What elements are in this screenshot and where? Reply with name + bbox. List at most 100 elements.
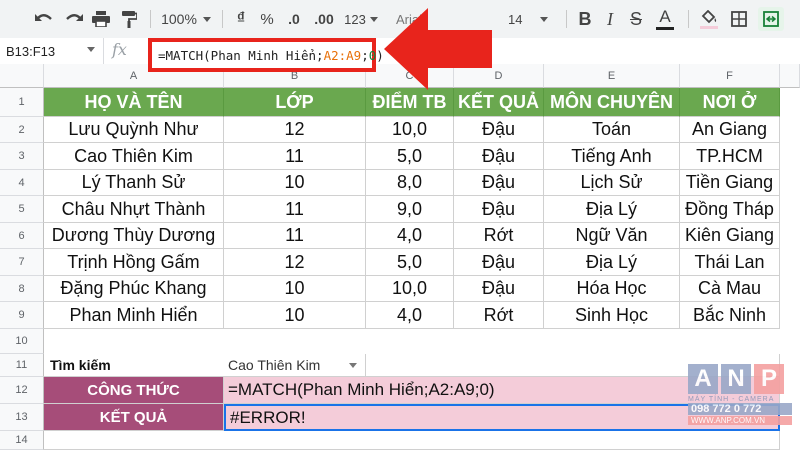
table-cell-name[interactable]: Lưu Quỳnh Như bbox=[44, 117, 224, 143]
row-header-11[interactable]: 11 bbox=[0, 354, 44, 377]
bold-button[interactable]: B bbox=[572, 0, 598, 38]
currency-button[interactable]: ₫ bbox=[228, 0, 254, 38]
table-cell-result[interactable]: Đậu bbox=[454, 143, 544, 170]
name-box[interactable]: B13:F13 bbox=[0, 38, 104, 64]
table-cell-class[interactable]: 11 bbox=[224, 223, 366, 249]
table-cell-score[interactable]: 5,0 bbox=[366, 249, 454, 276]
table-cell-result[interactable]: Rớt bbox=[454, 223, 544, 249]
table-cell-major[interactable]: Sinh Học bbox=[544, 302, 680, 329]
row-header-4[interactable]: 4 bbox=[0, 170, 44, 196]
table-cell-class[interactable]: 10 bbox=[224, 276, 366, 302]
table-cell-location[interactable]: Kiên Giang bbox=[680, 223, 780, 249]
table-cell-class[interactable]: 10 bbox=[224, 170, 366, 196]
search-label[interactable]: Tìm kiếm bbox=[44, 354, 224, 377]
header-cell-score[interactable]: ĐIỂM TB bbox=[366, 88, 454, 117]
row-header-3[interactable]: 3 bbox=[0, 143, 44, 170]
table-cell-result[interactable]: Đậu bbox=[454, 117, 544, 143]
zoom-select[interactable]: 100% bbox=[158, 0, 214, 38]
header-cell-result[interactable]: KẾT QUẢ bbox=[454, 88, 544, 117]
formula-input[interactable]: =MATCH(Phan Minh Hiển; A2:A9; 0) bbox=[148, 38, 384, 72]
result-label-cell[interactable]: KẾT QUẢ bbox=[44, 404, 224, 431]
table-cell-name[interactable]: Trịnh Hồng Gấm bbox=[44, 249, 224, 276]
table-cell-class[interactable]: 12 bbox=[224, 117, 366, 143]
table-cell-score[interactable]: 10,0 bbox=[366, 276, 454, 302]
column-header-f[interactable]: F bbox=[680, 64, 780, 88]
fill-color-button[interactable] bbox=[694, 0, 724, 38]
more-formats-label: 123 bbox=[344, 11, 366, 27]
row-header-8[interactable]: 8 bbox=[0, 276, 44, 302]
borders-icon[interactable] bbox=[726, 0, 752, 38]
merge-cells-icon[interactable] bbox=[756, 0, 786, 38]
search-dropdown[interactable]: Cao Thiên Kim bbox=[224, 354, 366, 377]
table-cell-name[interactable]: Phan Minh Hiển bbox=[44, 302, 224, 329]
table-cell-location[interactable]: Thái Lan bbox=[680, 249, 780, 276]
table-cell-location[interactable]: An Giang bbox=[680, 117, 780, 143]
table-cell-name[interactable]: Đặng Phúc Khang bbox=[44, 276, 224, 302]
table-cell-location[interactable]: Tiền Giang bbox=[680, 170, 780, 196]
table-cell-result[interactable]: Đậu bbox=[454, 249, 544, 276]
paint-format-icon[interactable] bbox=[116, 0, 142, 38]
row-header-2[interactable]: 2 bbox=[0, 117, 44, 143]
print-icon[interactable] bbox=[88, 0, 114, 38]
row-header-5[interactable]: 5 bbox=[0, 196, 44, 223]
table-cell-class[interactable]: 10 bbox=[224, 302, 366, 329]
table-cell-score[interactable]: 4,0 bbox=[366, 302, 454, 329]
table-cell-location[interactable]: Cà Mau bbox=[680, 276, 780, 302]
table-cell-major[interactable]: Tiếng Anh bbox=[544, 143, 680, 170]
table-cell-major[interactable]: Lịch Sử bbox=[544, 170, 680, 196]
strikethrough-button[interactable]: S bbox=[622, 0, 650, 38]
row-header-12[interactable]: 12 bbox=[0, 377, 44, 404]
table-cell-score[interactable]: 4,0 bbox=[366, 223, 454, 249]
table-cell-class[interactable]: 12 bbox=[224, 249, 366, 276]
table-cell-name[interactable]: Cao Thiên Kim bbox=[44, 143, 224, 170]
table-cell-name[interactable]: Dương Thùy Dương bbox=[44, 223, 224, 249]
table-cell-location[interactable]: Bắc Ninh bbox=[680, 302, 780, 329]
font-size-value: 14 bbox=[508, 11, 523, 27]
empty-row[interactable] bbox=[44, 431, 780, 450]
table-cell-major[interactable]: Hóa Học bbox=[544, 276, 680, 302]
table-cell-major[interactable]: Ngữ Văn bbox=[544, 223, 680, 249]
table-cell-location[interactable]: TP.HCM bbox=[680, 143, 780, 170]
decrease-decimal-button[interactable]: .0 bbox=[280, 0, 308, 38]
row-header-1[interactable]: 1 bbox=[0, 88, 44, 117]
percent-button[interactable]: % bbox=[254, 0, 280, 38]
table-cell-name[interactable]: Châu Nhựt Thành bbox=[44, 196, 224, 223]
table-cell-score[interactable]: 10,0 bbox=[366, 117, 454, 143]
formula-label-cell[interactable]: CÔNG THỨC bbox=[44, 377, 224, 404]
row-header-6[interactable]: 6 bbox=[0, 223, 44, 249]
header-cell-class[interactable]: LỚP bbox=[224, 88, 366, 117]
table-cell-class[interactable]: 11 bbox=[224, 143, 366, 170]
table-cell-class[interactable]: 11 bbox=[224, 196, 366, 223]
row-header-7[interactable]: 7 bbox=[0, 249, 44, 276]
table-cell-score[interactable]: 5,0 bbox=[366, 143, 454, 170]
font-size-select[interactable]: 14 bbox=[500, 0, 560, 38]
formula-text-prefix: =MATCH(Phan Minh Hiển; bbox=[158, 47, 324, 63]
header-cell-major[interactable]: MÔN CHUYÊN bbox=[544, 88, 680, 117]
table-cell-score[interactable]: 9,0 bbox=[366, 196, 454, 223]
header-cell-location[interactable]: NƠI Ở bbox=[680, 88, 780, 117]
text-color-button[interactable]: A bbox=[650, 0, 680, 38]
table-cell-name[interactable]: Lý Thanh Sử bbox=[44, 170, 224, 196]
row-header-10[interactable]: 10 bbox=[0, 329, 44, 354]
select-all-corner[interactable] bbox=[0, 64, 44, 88]
table-cell-major[interactable]: Địa Lý bbox=[544, 249, 680, 276]
undo-icon[interactable] bbox=[30, 0, 58, 38]
column-header-g[interactable] bbox=[780, 64, 800, 88]
header-cell-name[interactable]: HỌ VÀ TÊN bbox=[44, 88, 224, 117]
increase-decimal-button[interactable]: .00 bbox=[308, 0, 340, 38]
row-header-9[interactable]: 9 bbox=[0, 302, 44, 329]
table-cell-result[interactable]: Đậu bbox=[454, 196, 544, 223]
table-cell-location[interactable]: Đồng Tháp bbox=[680, 196, 780, 223]
table-cell-result[interactable]: Đậu bbox=[454, 170, 544, 196]
table-cell-result[interactable]: Đậu bbox=[454, 276, 544, 302]
redo-icon[interactable] bbox=[60, 0, 88, 38]
row-header-13[interactable]: 13 bbox=[0, 404, 44, 431]
table-cell-major[interactable]: Toán bbox=[544, 117, 680, 143]
row-header-14[interactable]: 14 bbox=[0, 431, 44, 450]
table-cell-score[interactable]: 8,0 bbox=[366, 170, 454, 196]
table-cell-major[interactable]: Địa Lý bbox=[544, 196, 680, 223]
column-header-e[interactable]: E bbox=[544, 64, 680, 88]
more-formats-button[interactable]: 123 bbox=[340, 0, 382, 38]
table-cell-result[interactable]: Rớt bbox=[454, 302, 544, 329]
italic-button[interactable]: I bbox=[598, 0, 622, 38]
